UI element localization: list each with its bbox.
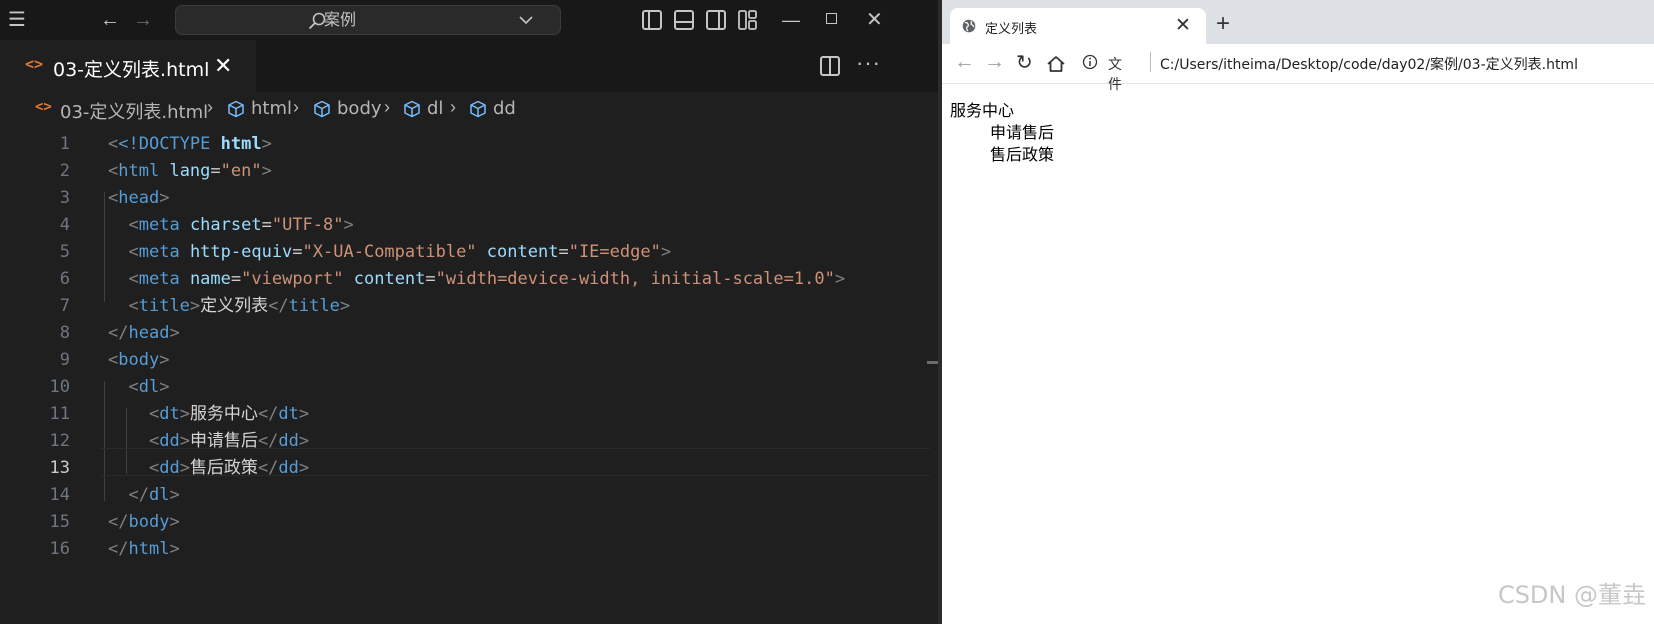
- address-divider: [1150, 52, 1151, 72]
- line-number: 11: [49, 404, 70, 424]
- line-number: 6: [59, 269, 70, 289]
- code-line: 2 <html lang="en">: [0, 157, 930, 185]
- code-line: 12 <dd>申请售后</dd>: [0, 427, 930, 455]
- browser-toolbar: ← → ↻ 文件 C:/Users/itheima/Desktop/code/d…: [942, 44, 1654, 93]
- more-actions-icon[interactable]: ···: [856, 50, 881, 76]
- close-tab-icon[interactable]: ✕: [214, 53, 232, 79]
- browser-window: 定义列表 ✕ + ← → ↻ 文件 C:/Users/itheima/Deskt…: [942, 0, 1654, 624]
- breadcrumb: <> 03-定义列表.html › html › body › dl › dd: [0, 92, 940, 126]
- close-tab-icon[interactable]: ✕: [1175, 14, 1191, 37]
- definition-term: 服务中心: [950, 101, 1015, 120]
- toggle-panel-icon[interactable]: [674, 10, 694, 30]
- reload-icon[interactable]: ↻: [1016, 50, 1033, 75]
- breadcrumb-dl[interactable]: dl: [427, 98, 443, 119]
- minimize-icon[interactable]: —: [782, 0, 800, 40]
- line-number: 16: [49, 539, 70, 559]
- toggle-secondary-sidebar-icon[interactable]: [706, 10, 726, 30]
- customize-layout-icon[interactable]: [738, 10, 758, 30]
- browser-tab-title: 定义列表: [985, 22, 1038, 37]
- code-line: 8 </head>: [0, 319, 930, 347]
- breadcrumb-html[interactable]: html: [251, 98, 292, 119]
- code-line: 13 <dd>售后政策</dd>: [0, 454, 930, 482]
- editor-tab-bar: <> 03-定义列表.html ✕ ···: [0, 40, 940, 92]
- forward-arrow-icon[interactable]: →: [984, 50, 1005, 74]
- definition-description: 申请售后: [990, 123, 1055, 142]
- breadcrumb-file[interactable]: 03-定义列表.html: [60, 98, 208, 124]
- code-editor-window: ☰ ← → 案例 — ✕ <> 03-定义列表.html ✕ ··· <> 03…: [0, 0, 940, 624]
- line-number: 4: [59, 215, 70, 235]
- code-line: 11 <dt>服务中心</dt>: [0, 400, 930, 428]
- element-cube-icon: [314, 100, 330, 118]
- line-number: 1: [59, 134, 70, 154]
- line-number: 8: [59, 323, 70, 343]
- browser-tab-strip: 定义列表 ✕ +: [942, 0, 1654, 44]
- code-line: 3 <head>: [0, 184, 930, 212]
- maximize-icon[interactable]: [826, 13, 837, 24]
- chevron-right-icon: ›: [450, 97, 456, 117]
- code-line: 9 <body>: [0, 346, 930, 374]
- html-file-icon: <>: [35, 99, 52, 115]
- search-label: 案例: [324, 10, 357, 29]
- line-number: 9: [59, 350, 70, 370]
- new-tab-icon[interactable]: +: [1216, 10, 1230, 38]
- line-number: 12: [49, 431, 70, 451]
- back-arrow-icon[interactable]: ←: [954, 50, 975, 74]
- watermark: CSDN @董垚: [1497, 581, 1646, 609]
- chevron-right-icon: ›: [293, 97, 299, 117]
- home-icon[interactable]: [1046, 55, 1066, 73]
- line-number: 10: [49, 377, 70, 397]
- chevron-right-icon: ›: [207, 97, 213, 117]
- globe-icon: [962, 19, 976, 33]
- editor-tab[interactable]: <> 03-定义列表.html ✕: [0, 40, 256, 92]
- element-cube-icon: [404, 100, 420, 118]
- code-line: 4 <meta charset="UTF-8">: [0, 211, 930, 239]
- code-line: 6 <meta name="viewport" content="width=d…: [0, 265, 930, 293]
- code-line: 14 </dl>: [0, 481, 930, 509]
- command-center-search[interactable]: 案例: [175, 5, 561, 35]
- code-line: 15 </body>: [0, 508, 930, 536]
- definition-list: 服务中心 申请售后 售后政策: [950, 100, 1054, 166]
- line-number: 5: [59, 242, 70, 262]
- breadcrumb-dd[interactable]: dd: [493, 98, 516, 119]
- forward-arrow-icon[interactable]: →: [133, 0, 153, 40]
- element-cube-icon: [470, 100, 486, 118]
- toggle-primary-sidebar-icon[interactable]: [642, 10, 662, 30]
- close-window-icon[interactable]: ✕: [866, 0, 883, 40]
- page-content: 服务中心 申请售后 售后政策: [942, 84, 1654, 624]
- back-arrow-icon[interactable]: ←: [100, 0, 120, 40]
- chevron-right-icon: ›: [384, 97, 390, 117]
- line-number: 13: [49, 458, 70, 478]
- split-editor-icon[interactable]: [820, 56, 840, 76]
- definition-description: 售后政策: [990, 145, 1055, 164]
- code-line: 7 <title>定义列表</title>: [0, 292, 930, 320]
- element-cube-icon: [228, 100, 244, 118]
- editor-tab-label: 03-定义列表.html: [53, 59, 210, 81]
- browser-tab[interactable]: 定义列表 ✕: [950, 8, 1206, 44]
- line-number: 7: [59, 296, 70, 316]
- chevron-down-icon[interactable]: [518, 14, 534, 26]
- code-line: 16 </html>: [0, 535, 930, 563]
- code-line: 5 <meta http-equiv="X-UA-Compatible" con…: [0, 238, 930, 266]
- code-area[interactable]: 1 <<!DOCTYPE html> 2 <html lang="en"> 3 …: [0, 130, 930, 624]
- url-text[interactable]: C:/Users/itheima/Desktop/code/day02/案例/0…: [1160, 54, 1578, 74]
- info-icon[interactable]: [1082, 54, 1098, 70]
- code-line: 10 <dl>: [0, 373, 930, 401]
- line-number: 15: [49, 512, 70, 532]
- code-line: 1 <<!DOCTYPE html>: [0, 130, 930, 158]
- line-number: 2: [59, 161, 70, 181]
- breadcrumb-body[interactable]: body: [337, 98, 382, 119]
- menu-icon[interactable]: ☰: [8, 0, 26, 40]
- title-bar: ☰ ← → 案例 — ✕: [0, 0, 940, 40]
- line-number: 14: [49, 485, 70, 505]
- line-number: 3: [59, 188, 70, 208]
- html-file-icon: <>: [25, 55, 44, 73]
